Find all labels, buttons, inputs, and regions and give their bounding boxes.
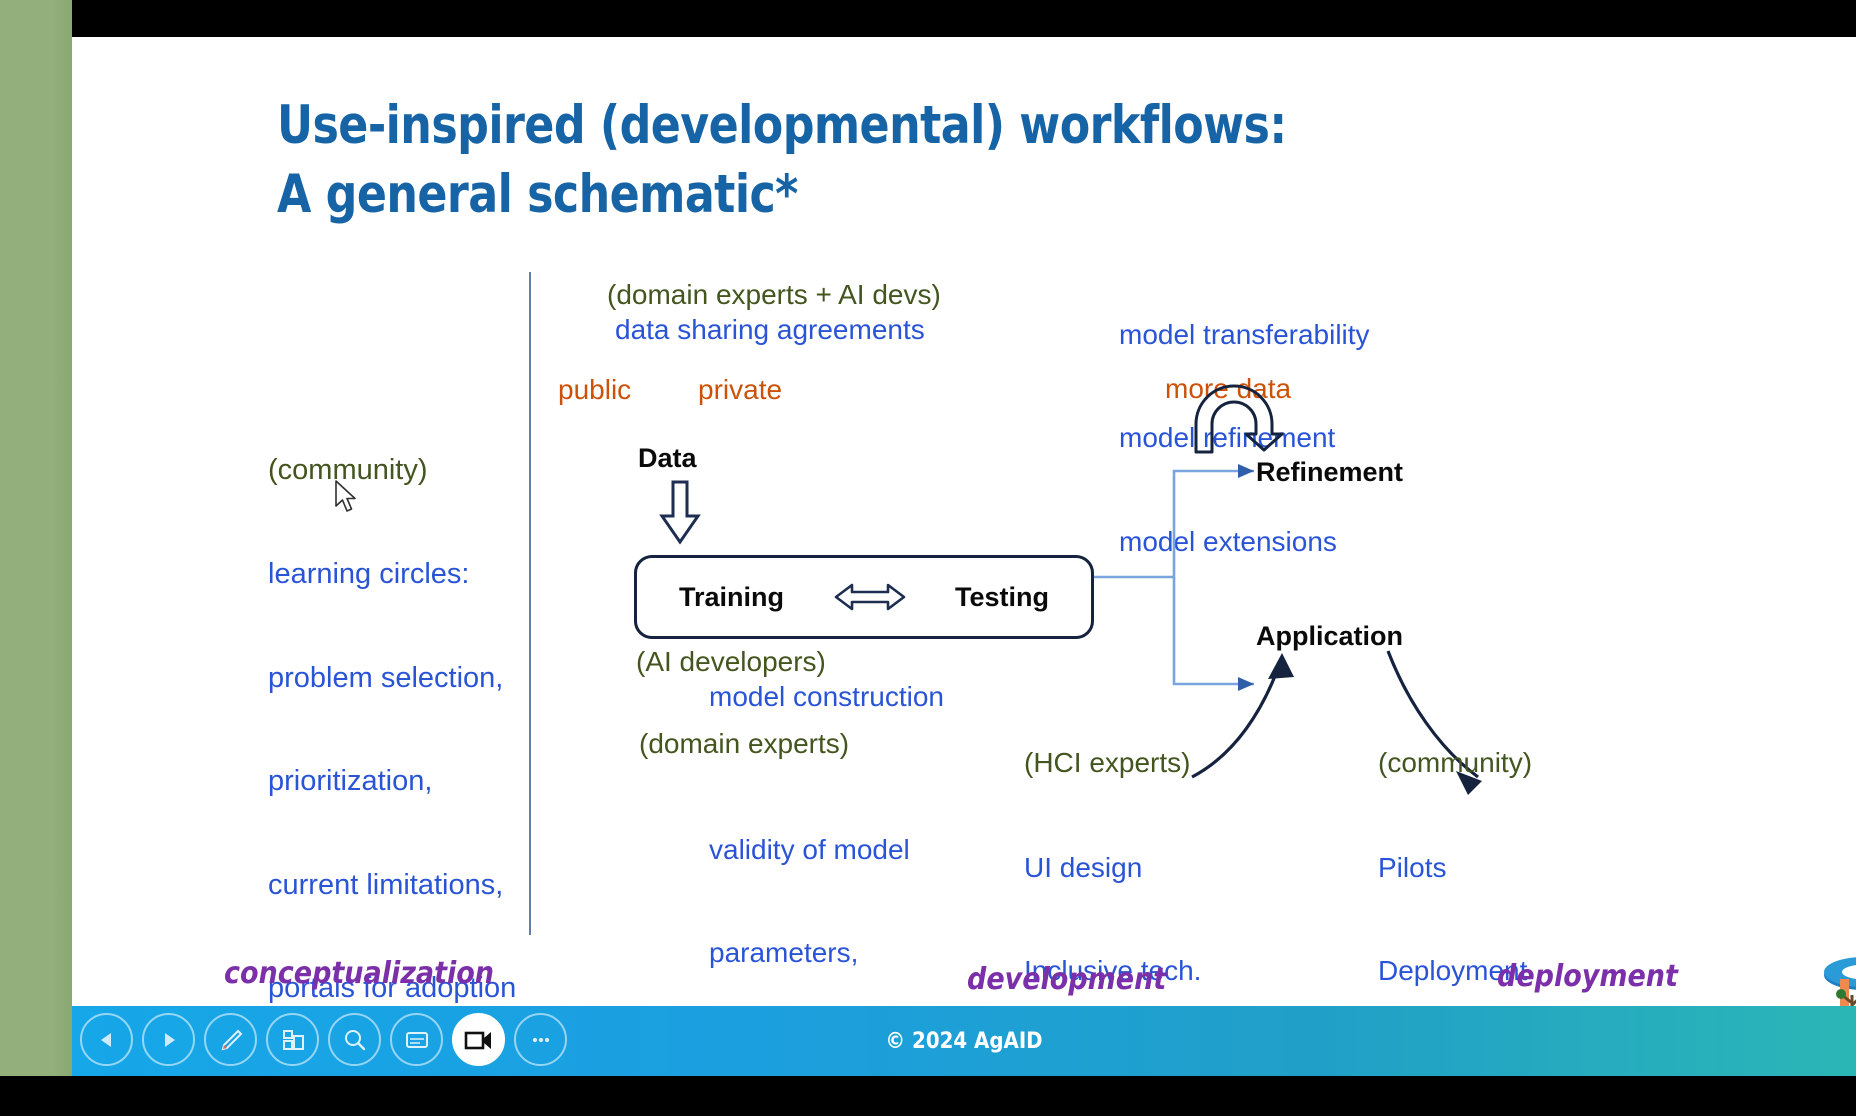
pen-icon: [221, 1029, 242, 1050]
section-divider: [529, 272, 531, 935]
agaid-institute-logo: AgAID Institute: [1824, 957, 1856, 1006]
ai-developers-item: model construction: [709, 681, 945, 712]
top-center-role: (domain experts + AI devs): [607, 279, 941, 310]
more-options-button[interactable]: [514, 1013, 567, 1066]
left-green-rail: [0, 0, 72, 1116]
phase-label-development: development: [967, 962, 1167, 997]
community-role: (community): [1378, 747, 1533, 778]
toolbar-buttons: [80, 1013, 567, 1066]
label-public: public: [558, 374, 632, 405]
bottom-letterbox: [0, 1076, 1856, 1116]
video-camera-icon: [464, 1031, 491, 1049]
title-line-1: Use-inspired (developmental) workflows:: [277, 95, 1287, 156]
phase-label-deployment: deployment: [1497, 959, 1678, 994]
next-slide-button[interactable]: [142, 1013, 195, 1066]
magnifier-icon: [344, 1029, 365, 1050]
ai-developers-role: (AI developers): [636, 646, 826, 677]
label-private: private: [698, 374, 783, 405]
page-title: Use-inspired (developmental) workflows: …: [277, 92, 1579, 230]
triangle-right-icon: [164, 1032, 175, 1047]
community-item: Pilots: [1378, 851, 1447, 883]
grid-icon: [282, 1029, 304, 1050]
previous-slide-button[interactable]: [80, 1013, 133, 1066]
left-column-item: prioritization,: [268, 765, 433, 797]
top-letterbox: [72, 0, 1856, 37]
subtitles-button[interactable]: [390, 1013, 443, 1066]
phase-label-conceptualization: conceptualization: [224, 956, 495, 991]
left-column-item: learning circles:: [268, 558, 470, 590]
domain-experts-item: parameters,: [709, 937, 859, 969]
caption-icon: [405, 1031, 428, 1048]
slide-canvas: Use-inspired (developmental) workflows: …: [72, 37, 1856, 1006]
down-block-arrow-icon: [659, 480, 701, 545]
testing-label: Testing: [954, 581, 1049, 612]
triangle-left-icon: [100, 1032, 111, 1047]
hci-experts-role: (HCI experts): [1024, 747, 1191, 778]
left-column-item: problem selection,: [268, 661, 504, 694]
ellipsis-icon: [532, 1037, 549, 1042]
presentation-toolbar: © 2024 AgAID: [72, 1006, 1856, 1076]
camera-toggle-button[interactable]: [452, 1013, 505, 1066]
bidirectional-arrow-icon: [834, 583, 905, 611]
domain-experts-item: validity of model: [709, 833, 910, 865]
mouse-cursor: [335, 480, 356, 512]
training-label: Training: [679, 581, 785, 612]
domain-experts-role: (domain experts): [639, 728, 850, 759]
left-column-list: learning circles: problem selection, pri…: [268, 488, 516, 1006]
top-center-item: data sharing agreements: [615, 314, 925, 345]
loop-arrow-icon: [1194, 384, 1284, 454]
domain-experts-list: validity of model parameters, assumption…: [709, 764, 910, 1006]
refinement-node-label: Refinement: [1256, 457, 1404, 487]
zoom-tool-button[interactable]: [328, 1013, 381, 1066]
data-label: Data: [638, 443, 697, 473]
model-capability-item: model transferability: [1119, 318, 1370, 350]
hci-experts-item: UI design: [1024, 851, 1143, 883]
pen-tool-button[interactable]: [204, 1013, 257, 1066]
title-line-2: A general schematic*: [277, 163, 798, 225]
slide-overview-button[interactable]: [266, 1013, 319, 1066]
screen: Use-inspired (developmental) workflows: …: [0, 0, 1856, 1116]
left-column-item: current limitations,: [268, 868, 504, 901]
training-testing-box: Training Testing: [634, 555, 1094, 639]
